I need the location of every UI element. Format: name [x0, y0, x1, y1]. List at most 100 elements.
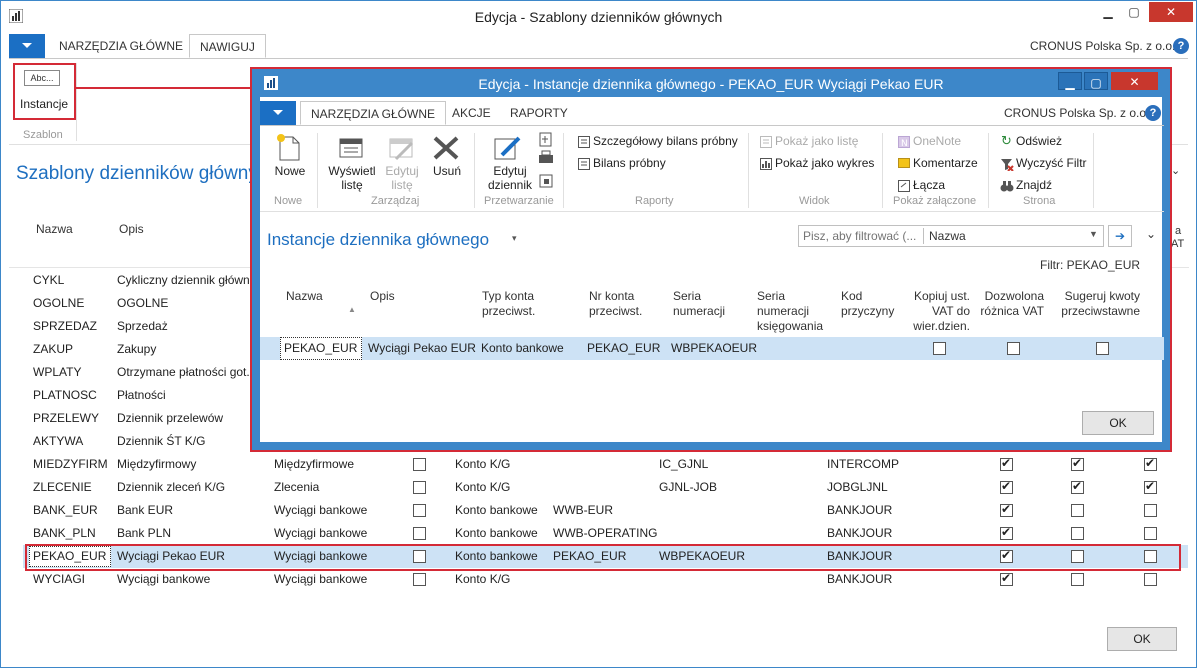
cell-nr: WWB-EUR — [553, 503, 613, 517]
tab-nawiguj[interactable]: NAWIGUJ — [189, 34, 266, 58]
tab-narzedzia-glowne[interactable]: NARZĘDZIA GŁÓWNE — [49, 34, 193, 58]
row-checkbox[interactable] — [1000, 456, 1013, 471]
komentarze-button[interactable]: Komentarze — [913, 156, 978, 170]
row-checkbox[interactable] — [413, 504, 426, 517]
tab-raporty[interactable]: RAPORTY — [500, 101, 578, 125]
checkbox-kopiuj-vat[interactable] — [933, 342, 946, 355]
col-header-seria-ksiegowania[interactable]: Seria numeracji księgowania — [757, 289, 829, 334]
row-checkbox[interactable] — [1071, 456, 1084, 471]
filter-search-input[interactable] — [803, 228, 921, 244]
link-icon — [898, 180, 910, 192]
szczegolowy-bilans-button[interactable]: Szczegółowy bilans próbny — [593, 134, 738, 148]
col-header-sugeruj-kwoty[interactable]: Sugeruj kwoty przeciwstawne — [1060, 289, 1140, 319]
row-checkbox[interactable] — [413, 527, 426, 540]
cell-nazwa: WYCIAGI — [33, 572, 86, 586]
report-icon — [578, 136, 590, 148]
help-icon[interactable]: ? — [1173, 38, 1189, 54]
row-checkbox[interactable] — [1144, 573, 1157, 586]
col-header-dozwolona-roznica[interactable]: Dozwolona różnica VAT — [976, 289, 1044, 319]
tab-akcje[interactable]: AKCJE — [442, 101, 501, 125]
cell-seria: WBPEKAOEUR — [671, 341, 758, 355]
cell-opis: Dziennik zleceń K/G — [117, 480, 226, 494]
inner-titlebar: Edycja - Instancje dziennika głównego - … — [260, 69, 1162, 97]
filter-field-select[interactable]: Nazwa — [929, 229, 966, 243]
cell-typ: Wyciągi bankowe — [274, 572, 368, 586]
row-checkbox[interactable] — [1144, 504, 1157, 517]
app-menu-button[interactable] — [260, 101, 296, 125]
edytuj-dziennik-button[interactable]: Edytuj dziennik — [480, 164, 540, 192]
callout-line — [76, 87, 252, 89]
onenote-button[interactable]: OneNote — [913, 134, 961, 148]
table-row[interactable]: PEKAO_EUR Wyciągi Pekao EUR Konto bankow… — [260, 337, 1164, 360]
ok-button[interactable]: OK — [1082, 411, 1154, 435]
row-checkbox[interactable] — [413, 573, 426, 586]
help-icon[interactable]: ? — [1145, 105, 1161, 121]
arrow-right-icon[interactable]: ➔ — [1108, 225, 1132, 247]
col-header-nr-konta[interactable]: Nr konta przeciwst. — [589, 289, 659, 319]
lacza-button[interactable]: Łącza — [913, 178, 945, 192]
row-checkbox[interactable] — [1144, 527, 1157, 540]
cell-nazwa: SPRZEDAZ — [33, 319, 98, 333]
row-checkbox[interactable] — [1144, 456, 1157, 471]
cell-typ: Zlecenia — [274, 480, 320, 494]
row-checkbox[interactable] — [1071, 479, 1084, 494]
pokaz-jako-wykres-button[interactable]: Pokaż jako wykres — [775, 156, 874, 170]
inner-page-title: Instancje dziennika głównego — [267, 230, 490, 249]
cell-konto: Konto K/G — [455, 480, 511, 494]
row-checkbox[interactable] — [1144, 479, 1157, 494]
nowe-button[interactable]: Nowe — [268, 164, 312, 178]
col-header-kod-przyczyny[interactable]: Kod przyczyny — [841, 289, 897, 319]
col-header-nazwa[interactable]: Nazwa — [286, 289, 323, 303]
group-label-przetwarzanie: Przetwarzanie — [484, 195, 554, 207]
chevron-down-icon[interactable]: ▼ — [1089, 229, 1098, 239]
col-header-opis[interactable]: Opis — [370, 289, 395, 303]
chevron-down-icon[interactable]: ⌄ — [1146, 227, 1156, 241]
usun-button[interactable]: Usuń — [427, 164, 467, 178]
row-checkbox[interactable] — [1000, 479, 1013, 494]
wyczysc-filtr-button[interactable]: Wyczyść Filtr — [1016, 156, 1087, 170]
app-menu-button[interactable] — [9, 34, 45, 58]
close-icon[interactable]: ✕ — [1111, 72, 1158, 90]
table-row[interactable]: BANK_EUR Bank EUR Wyciągi bankowe Konto ban… — [23, 499, 1188, 522]
wyswietl-liste-button[interactable]: Wyświetl listę — [326, 164, 378, 192]
col-header-nazwa[interactable]: Nazwa — [36, 222, 73, 236]
znajdz-button[interactable]: Znajdź — [1016, 178, 1052, 192]
row-checkbox[interactable] — [1000, 502, 1013, 517]
edytuj-liste-button[interactable]: Edytuj listę — [380, 164, 424, 192]
table-row[interactable]: WYCIAGI Wyciągi bankowe Wyciągi bankowe Kon… — [23, 568, 1188, 591]
chevron-down-icon[interactable]: ⌄ — [1171, 164, 1180, 177]
edit-journal-icon — [494, 136, 521, 160]
col-header-seria[interactable]: Seria numeracji — [673, 289, 745, 319]
table-row[interactable]: ZLECENIE Dziennik zleceń K/G Zlecenia Konto… — [23, 476, 1188, 499]
new-document-icon — [277, 134, 300, 161]
pokaz-jako-liste-button[interactable]: Pokaż jako listę — [775, 134, 858, 148]
col-header-typ-konta[interactable]: Typ konta przeciwst. — [482, 289, 562, 319]
table-row[interactable]: BANK_PLN Bank PLN Wyciągi bankowe Konto ban… — [23, 522, 1188, 545]
chevron-down-icon[interactable]: ▾ — [512, 233, 517, 244]
maximize-icon[interactable]: ▢ — [1084, 72, 1108, 90]
checkbox-sugeruj-kwoty[interactable] — [1096, 342, 1109, 355]
row-checkbox[interactable] — [1000, 571, 1013, 586]
instancje-button[interactable] — [13, 63, 76, 120]
checkbox-dozwolona-roznica[interactable] — [1007, 342, 1020, 355]
row-checkbox[interactable] — [1000, 525, 1013, 540]
row-checkbox[interactable] — [1071, 573, 1084, 586]
row-checkbox[interactable] — [1071, 504, 1084, 517]
row-checkbox[interactable] — [1071, 527, 1084, 540]
ok-button[interactable]: OK — [1107, 627, 1177, 651]
cell-seria: GJNL-JOB — [659, 480, 718, 494]
minimize-icon[interactable]: ▁ — [1058, 72, 1082, 90]
minimize-icon[interactable]: ▁ — [1094, 2, 1122, 22]
row-checkbox[interactable] — [413, 458, 426, 471]
table-row[interactable]: MIEDZYFIRM Międzyfirmowy Międzyfirmowe Kont… — [23, 453, 1188, 476]
maximize-icon[interactable]: ▢ — [1120, 2, 1148, 22]
col-header-opis[interactable]: Opis — [119, 222, 144, 236]
close-icon[interactable]: ✕ — [1149, 2, 1193, 22]
row-checkbox[interactable] — [413, 481, 426, 494]
col-header-kopiuj-vat[interactable]: Kopiuj ust. VAT do wier.dzien. — [904, 289, 970, 334]
tab-narzedzia-glowne[interactable]: NARZĘDZIA GŁÓWNE — [300, 101, 447, 125]
cell-opis: Sprzedaż — [117, 319, 168, 333]
bilans-probny-button[interactable]: Bilans próbny — [593, 156, 666, 170]
chevron-down-icon — [273, 110, 283, 115]
odswiez-button[interactable]: Odśwież — [1016, 134, 1062, 148]
